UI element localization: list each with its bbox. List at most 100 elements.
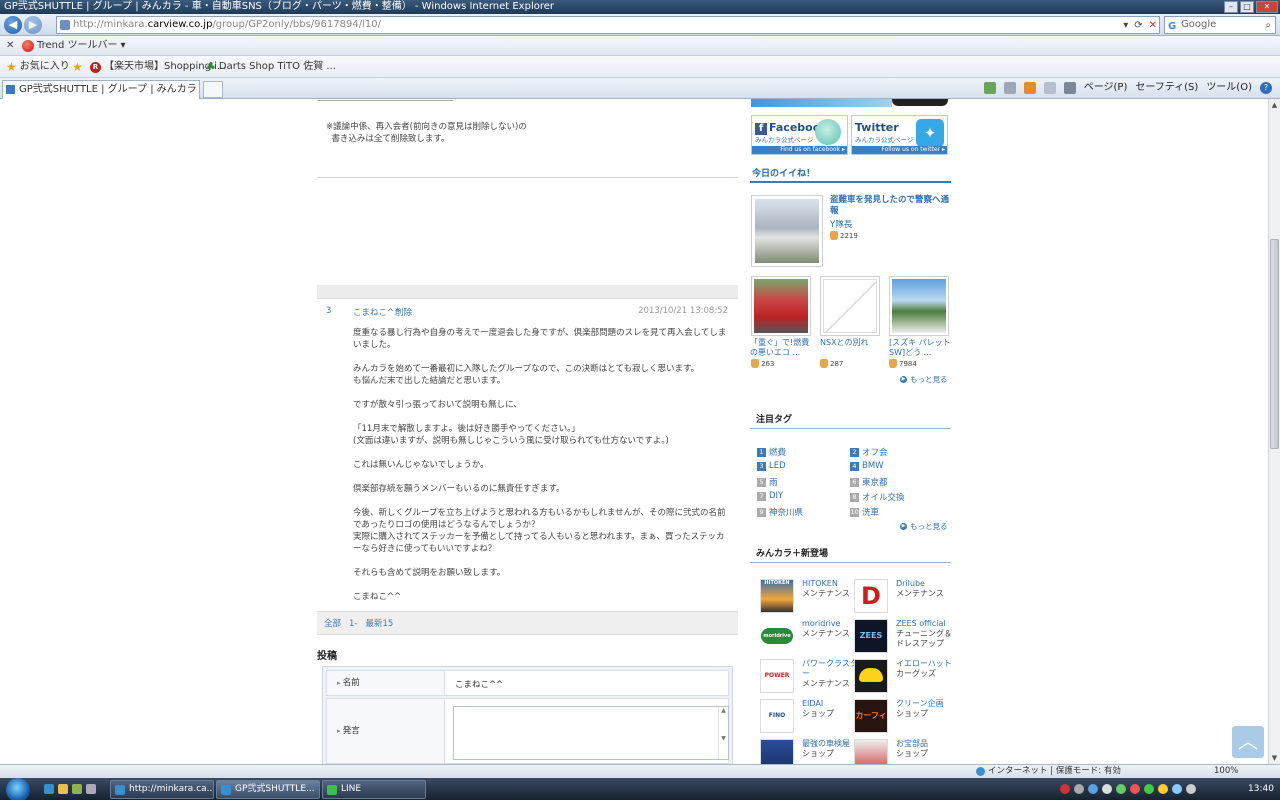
explorer-icon[interactable] <box>58 784 68 794</box>
today-like-more-link[interactable]: ▶ もっと見る <box>900 374 948 385</box>
like-thumbnail[interactable] <box>820 276 880 336</box>
taskbar-item-active[interactable]: GP弐式SHUTTLE... <box>216 780 320 799</box>
close-window-button[interactable]: ✕ <box>1256 1 1278 13</box>
tray-icon[interactable] <box>1102 784 1112 794</box>
new-arrival-item[interactable]: お宝部品 ショップ <box>854 739 952 764</box>
add-favorite-button[interactable]: ★ <box>72 56 83 78</box>
tray-icon[interactable] <box>1074 784 1084 794</box>
tag-link[interactable]: 5雨 <box>757 476 778 488</box>
address-bar[interactable]: http://minkara.carview.co.jp/group/GP2on… <box>56 16 1160 34</box>
tray-icon[interactable] <box>1130 784 1140 794</box>
paging-latest-link[interactable]: 最新15 <box>366 619 394 629</box>
volume-icon[interactable] <box>1186 784 1196 794</box>
search-icon[interactable]: ⌕ <box>1265 18 1271 34</box>
tag-link[interactable]: 7 DIY <box>757 491 783 501</box>
paging-range-link[interactable]: 1- <box>349 619 357 629</box>
tab-gp-shuttle[interactable]: GP弐式SHUTTLE | グループ | みんカラ - 車・... <box>2 80 200 99</box>
address-toolbar: ◀ ▶ http://minkara.carview.co.jp/group/G… <box>0 14 1280 36</box>
network-icon[interactable] <box>1172 784 1182 794</box>
like-title-link[interactable]: 「重ぐ」で!燃費の悪いエコ ... <box>750 338 816 358</box>
favorites-button[interactable]: ★ お気に入り <box>6 56 70 78</box>
scroll-down-icon[interactable]: ▼ <box>1269 752 1280 764</box>
tag-link[interactable]: 4 BMW <box>850 461 884 471</box>
new-arrival-item[interactable]: HITOKEN HITOKEN メンテナンス <box>760 579 858 615</box>
page-menu[interactable]: ページ(P) <box>1084 78 1128 98</box>
paging-all-link[interactable]: 全部 <box>324 619 341 629</box>
new-arrival-item[interactable]: 最強の車検屋 ショップ <box>760 739 858 764</box>
print-icon[interactable] <box>1063 82 1076 94</box>
tags-more-link[interactable]: ▶ もっと見る <box>900 521 948 532</box>
message-textarea[interactable]: ▲ ▼ <box>453 706 729 760</box>
new-arrival-item[interactable]: ZEES ZEES official チューニング＆ドレスアップ <box>854 619 952 655</box>
twitter-banner[interactable]: Twitter みんカラ公式ページ ✦ Follow us on twitter… <box>851 115 948 155</box>
facebook-banner[interactable]: f Facebook みんカラ公式ページ Find us on facebook … <box>751 115 848 155</box>
like-title-link[interactable]: [スズキ パレットSW]どう ... <box>889 338 955 358</box>
tag-link[interactable]: 3 LED <box>757 461 786 471</box>
media-icon[interactable] <box>72 784 82 794</box>
new-arrival-item[interactable]: moridrive moridrive メンテナンス <box>760 619 858 655</box>
post-paragraph: 度重なる暴し行為や自身の考えで一度退会した身ですが、倶楽部問題のスレを見て再入会… <box>353 328 727 350</box>
help-icon[interactable]: ? <box>1260 82 1272 94</box>
delete-post-link[interactable]: 削除 <box>395 306 412 318</box>
chevron-down-icon: ▾ <box>120 40 126 51</box>
trend-toolbar-button[interactable]: Trend ツールバー ▾ <box>22 36 126 56</box>
forward-button[interactable]: ▶ <box>24 16 42 34</box>
tray-icon[interactable] <box>1088 784 1098 794</box>
ie-icon[interactable] <box>44 784 54 794</box>
home-icon[interactable] <box>983 82 996 94</box>
scroll-up-icon[interactable]: ▲ <box>1269 99 1280 111</box>
page-scrollbar[interactable]: ▲ ▼ <box>1268 99 1280 764</box>
tray-icon[interactable] <box>1158 784 1168 794</box>
featured-title-link[interactable]: 盗難車を発見したので警察へ通報 <box>830 195 950 217</box>
stop-icon[interactable]: ✕ <box>1149 18 1157 33</box>
close-toolbar-icon[interactable]: ✕ <box>6 36 14 56</box>
featured-user-link[interactable]: Y隊長 <box>830 218 852 230</box>
feeds-icon[interactable] <box>1003 82 1016 94</box>
featured-likes: 2219 <box>830 231 858 240</box>
post-signature: こまねこ^^ <box>353 592 402 602</box>
tag-link[interactable]: 10 洗車 <box>850 506 879 518</box>
maximize-button[interactable]: □ <box>1240 1 1254 13</box>
taskbar-item[interactable]: http://minkara.ca... <box>110 780 214 799</box>
featured-thumbnail[interactable] <box>751 195 823 267</box>
post-paragraph: 「11月末で解散しますよ。後は好き勝手やってください。」 (文面は違いますが、説… <box>353 424 669 446</box>
tray-icon[interactable] <box>1116 784 1126 794</box>
scroll-thumb[interactable] <box>1270 239 1279 449</box>
clock[interactable]: 13:40 <box>1248 778 1274 800</box>
show-desktop-icon[interactable] <box>86 784 96 794</box>
start-button[interactable] <box>6 778 30 800</box>
address-dropdown-icon[interactable]: ▾ <box>1123 18 1128 33</box>
like-thumbnail[interactable] <box>889 276 949 336</box>
post-author-link[interactable]: こまねこ^^ <box>353 306 401 318</box>
new-arrival-item[interactable]: カーフィ クリーン企画 ショップ <box>854 699 952 735</box>
zoom-level[interactable]: 100% <box>1214 765 1238 778</box>
like-title-link[interactable]: NSXとの別れ <box>820 338 886 348</box>
new-arrival-item[interactable]: D Drilube メンテナンス <box>854 579 952 615</box>
search-input[interactable]: G Google ⌕ <box>1164 16 1276 34</box>
rss-icon[interactable] <box>1023 82 1036 94</box>
tag-link[interactable]: 6 東京都 <box>850 476 888 488</box>
post-number[interactable]: 3 <box>326 306 331 316</box>
back-to-top-button[interactable]: ︿ <box>1232 726 1264 758</box>
like-thumbnail[interactable] <box>751 276 811 336</box>
textarea-scrollbar[interactable]: ▲ ▼ <box>718 707 728 759</box>
taskbar-item[interactable]: LINE <box>322 780 426 799</box>
tag-link[interactable]: 9 神奈川県 <box>757 506 803 518</box>
safety-menu[interactable]: セーフティ(S) <box>1135 78 1198 98</box>
window-controls: – □ ✕ <box>1224 1 1278 13</box>
tray-icon[interactable] <box>1060 784 1070 794</box>
refresh-icon[interactable]: ⟳ <box>1134 18 1142 33</box>
new-arrival-item[interactable]: イエローハット カーグッズ <box>854 659 952 695</box>
new-arrival-item[interactable]: POWER パワークラスター メンテナンス <box>760 659 858 695</box>
tag-link[interactable]: 8 オイル交換 <box>850 491 905 503</box>
tag-link[interactable]: 1 燃費 <box>757 446 786 458</box>
mail-icon[interactable] <box>1043 82 1056 94</box>
favorite-link-darts[interactable]: ♣ Darts Shop TiTO 佐賀 ... <box>206 56 336 78</box>
minimize-button[interactable]: – <box>1224 1 1238 13</box>
tag-link[interactable]: 2 オフ会 <box>850 446 888 458</box>
tray-icon[interactable] <box>1144 784 1154 794</box>
tools-menu[interactable]: ツール(O) <box>1206 78 1252 98</box>
back-button[interactable]: ◀ <box>4 16 22 34</box>
new-tab-button[interactable] <box>203 81 223 98</box>
new-arrival-item[interactable]: FINO EIDAI ショップ <box>760 699 858 735</box>
